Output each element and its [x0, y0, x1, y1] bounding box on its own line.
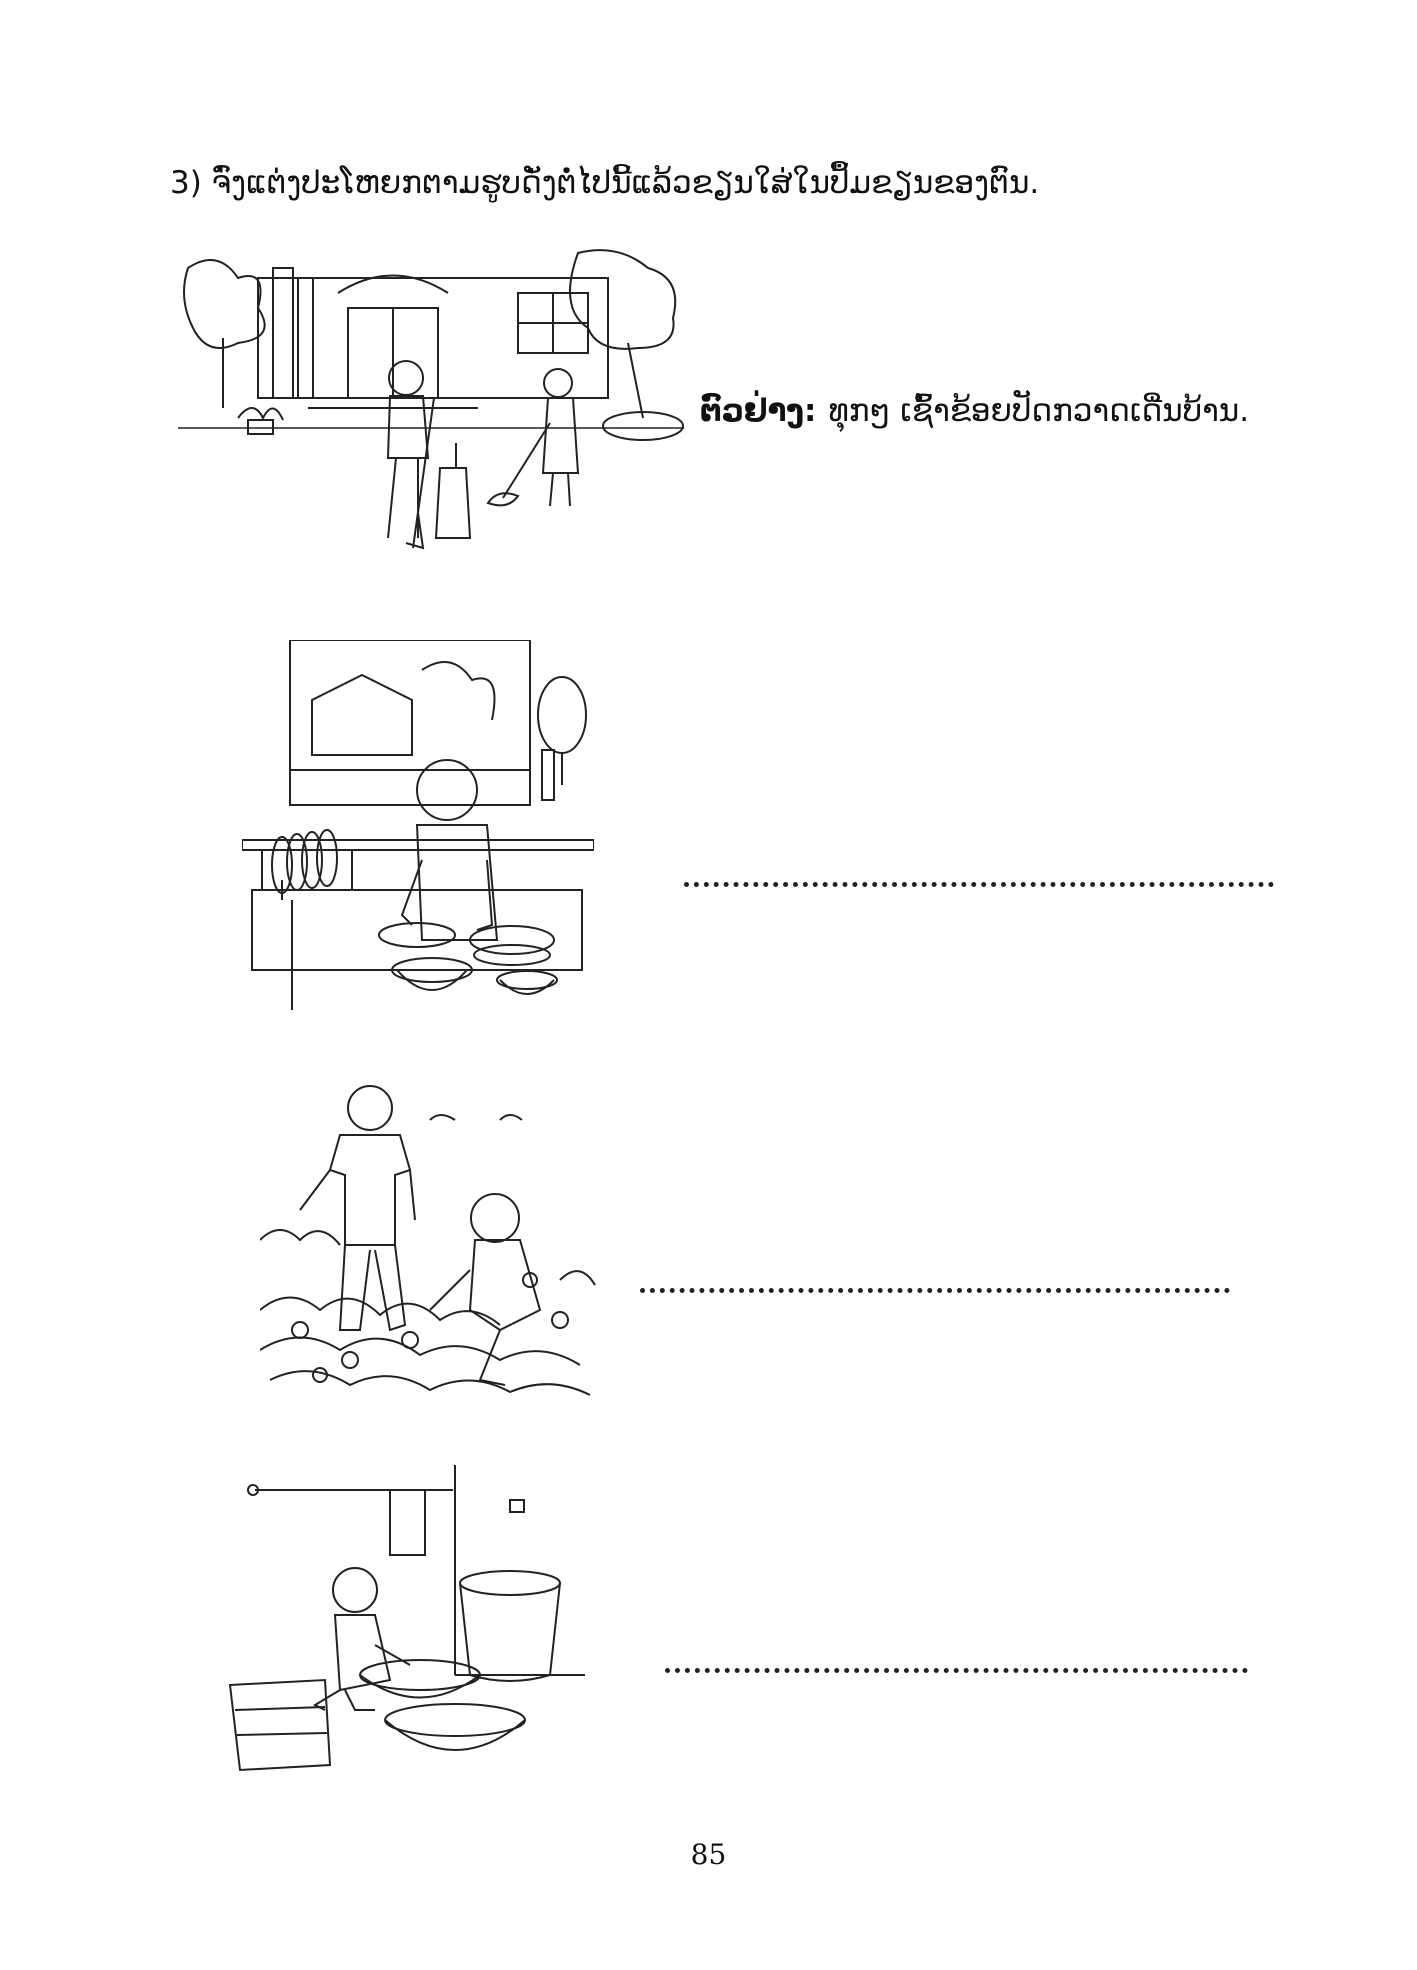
example-label: ຕົວຢ່າງ:	[700, 393, 817, 429]
gardening-illustration	[260, 1080, 602, 1400]
instruction-text: 3) ຈົ່ງແຕ່ງປະໂຫຍກຕາມຮູບດັ່ງຕໍ່ໄປນີ້ແລ້ວຂ…	[170, 165, 1040, 201]
sweeping-yard-illustration	[178, 248, 684, 550]
washing-clothes-illustration	[225, 1465, 585, 1775]
example-text: ທຸກໆ ເຊົ້າຂ້ອຍປັດກວາດເດີ່ນບ້ານ.	[828, 393, 1250, 429]
answer-line-1[interactable]	[684, 882, 1274, 887]
page-number: 85	[690, 1838, 727, 1871]
washing-dishes-illustration	[242, 640, 594, 1015]
answer-line-2[interactable]	[640, 1288, 1230, 1293]
answer-line-3[interactable]	[665, 1668, 1248, 1673]
example-sentence: ຕົວຢ່າງ: ທຸກໆ ເຊົ້າຂ້ອຍປັດກວາດເດີ່ນບ້ານ.	[700, 393, 1249, 429]
